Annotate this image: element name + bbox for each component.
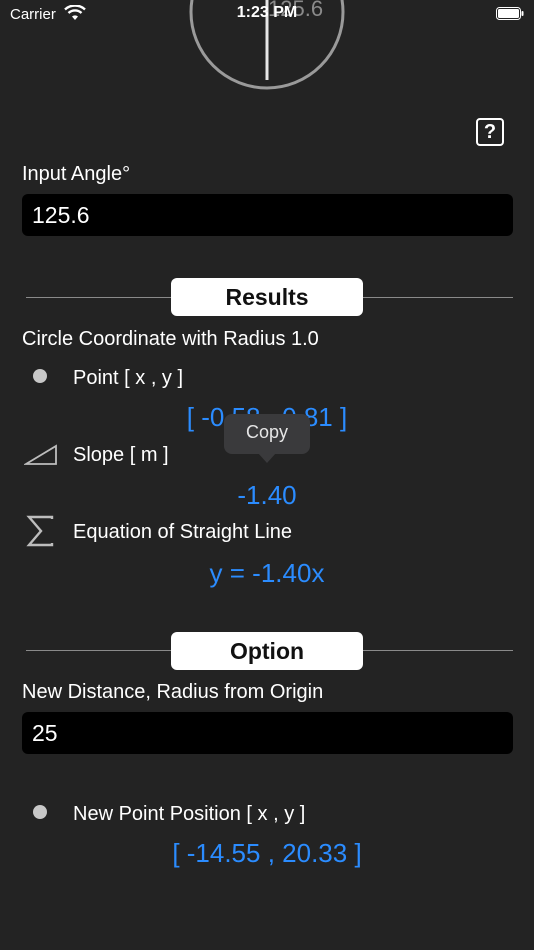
- option-divider-right: [363, 650, 513, 651]
- new-point-bullet-icon: [33, 805, 47, 819]
- status-time: 1:23 PM: [236, 4, 298, 21]
- slope-value[interactable]: -1.40: [0, 480, 534, 511]
- new-point-label: New Point Position [ x , y ]: [73, 803, 306, 825]
- results-divider-left: [26, 297, 171, 298]
- equation-value[interactable]: y = -1.40x: [0, 558, 534, 589]
- option-divider-left: [26, 650, 171, 651]
- circle-coordinate-label: Circle Coordinate with Radius 1.0: [22, 328, 319, 350]
- slope-icon: [24, 444, 57, 465]
- help-button[interactable]: ?: [476, 118, 504, 146]
- sigma-icon: [26, 515, 54, 547]
- point-bullet-icon: [33, 369, 47, 383]
- input-angle-label: Input Angle°: [22, 163, 131, 185]
- copy-tooltip[interactable]: Copy: [224, 414, 310, 454]
- new-distance-field[interactable]: 25: [22, 712, 513, 754]
- results-header-button[interactable]: Results: [171, 278, 363, 316]
- input-angle-field[interactable]: 125.6: [22, 194, 513, 236]
- point-label: Point [ x , y ]: [73, 367, 184, 389]
- slope-label: Slope [ m ]: [73, 444, 169, 466]
- new-distance-label: New Distance, Radius from Origin: [22, 681, 324, 703]
- option-header-button[interactable]: Option: [171, 632, 363, 670]
- new-point-value[interactable]: [ -14.55 , 20.33 ]: [0, 838, 534, 869]
- results-divider-right: [363, 297, 513, 298]
- copy-tooltip-arrow: [258, 453, 276, 463]
- equation-label: Equation of Straight Line: [73, 521, 293, 543]
